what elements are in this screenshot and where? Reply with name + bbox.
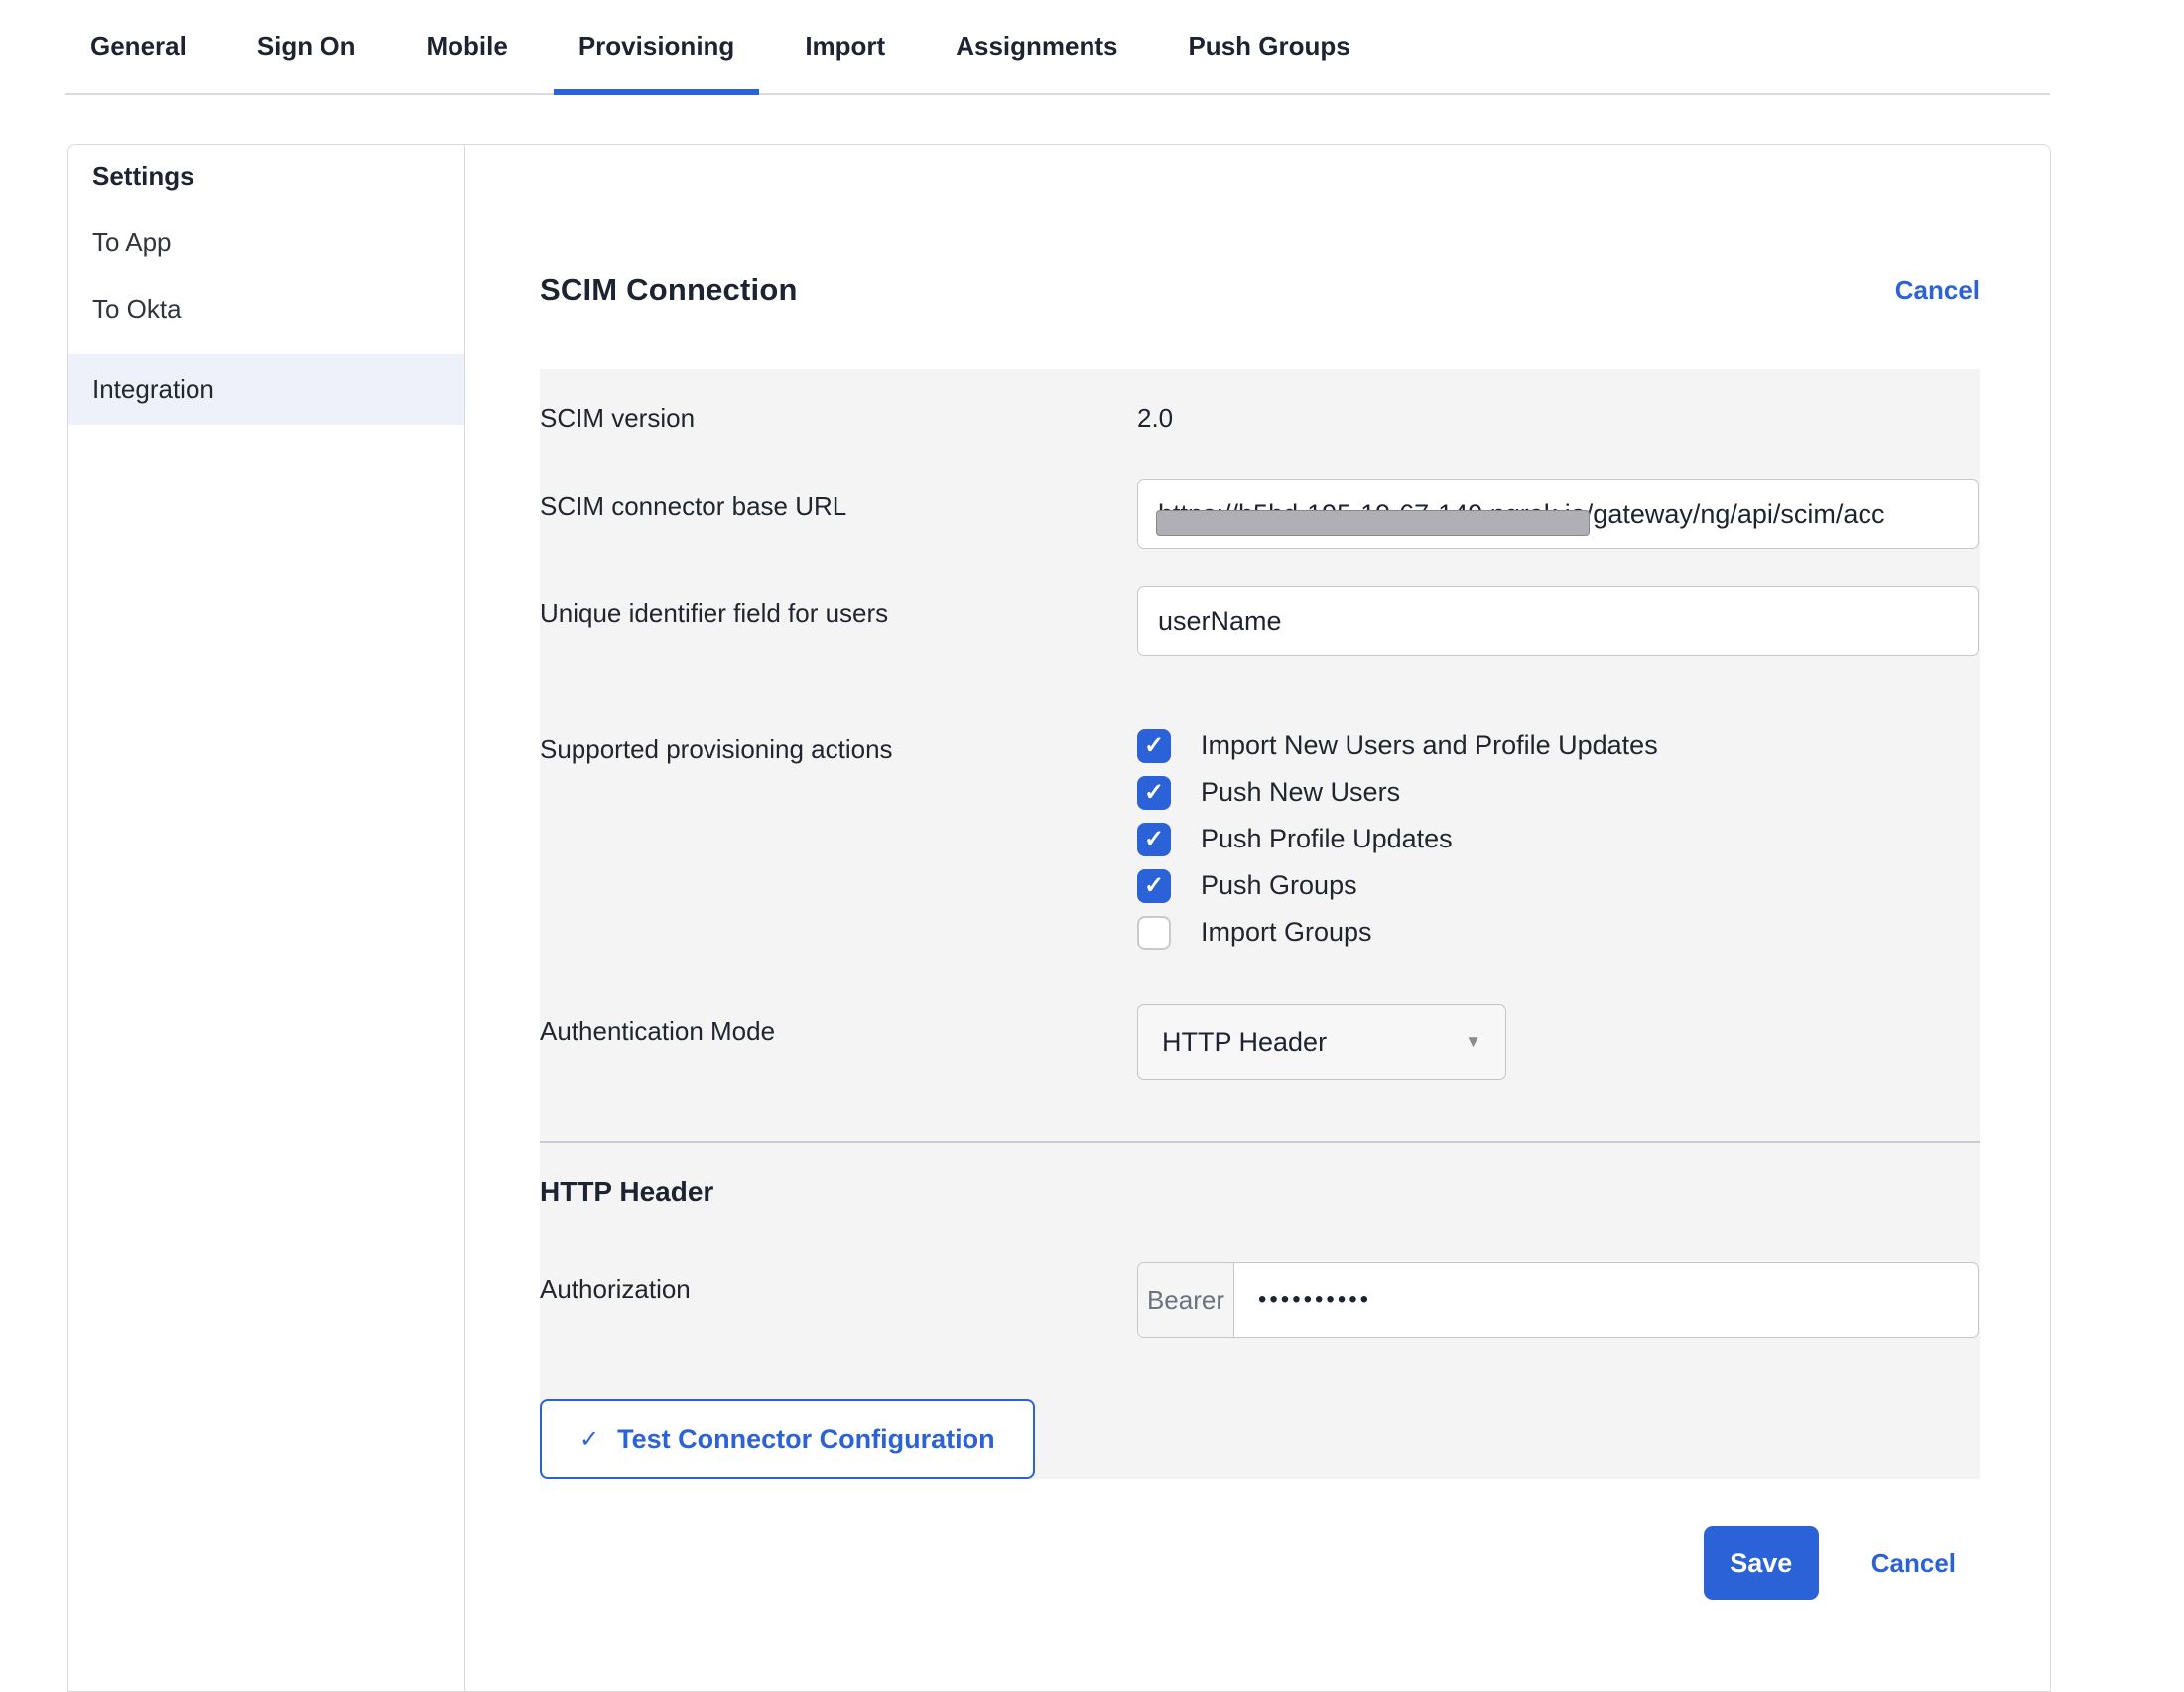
checkbox-checked-icon[interactable]: ✓: [1137, 823, 1171, 856]
sidebar-item-integration[interactable]: Integration: [68, 354, 464, 425]
checkbox-label: Push Profile Updates: [1201, 824, 1453, 854]
scim-version-label: SCIM version: [540, 391, 1137, 434]
scim-form-panel: SCIM version 2.0 SCIM connector base URL…: [540, 369, 1980, 1479]
auth-mode-selected-value: HTTP Header: [1162, 1027, 1327, 1058]
section-divider: [540, 1141, 1980, 1143]
tab-assignments[interactable]: Assignments: [931, 0, 1142, 93]
base-url-visible-suffix: /gateway/ng/api/scim/acc: [1586, 499, 1885, 530]
base-url-label: SCIM connector base URL: [540, 479, 1137, 549]
provisioning-actions-row: Supported provisioning actions ✓ Import …: [540, 722, 1980, 956]
scim-version-row: SCIM version 2.0: [540, 391, 1980, 434]
form-actions: Save Cancel: [540, 1526, 1980, 1600]
authorization-input-group: Bearer ••••••••••: [1137, 1262, 1979, 1338]
checkbox-label: Import Groups: [1201, 917, 1372, 948]
checkbox-import-groups[interactable]: Import Groups: [1137, 909, 1979, 956]
checkbox-checked-icon[interactable]: ✓: [1137, 729, 1171, 763]
checkbox-push-groups[interactable]: ✓ Push Groups: [1137, 862, 1979, 909]
checkbox-checked-icon[interactable]: ✓: [1137, 869, 1171, 903]
tab-mobile[interactable]: Mobile: [402, 0, 533, 93]
page-title: SCIM Connection: [540, 272, 798, 308]
checkbox-unchecked-icon[interactable]: [1137, 916, 1171, 950]
header-cancel-link[interactable]: Cancel: [1895, 275, 1980, 306]
scim-connection-section: SCIM Connection Cancel SCIM version 2.0 …: [465, 145, 2052, 1691]
checkbox-label: Push New Users: [1201, 777, 1400, 808]
test-connector-configuration-button[interactable]: ✓ Test Connector Configuration: [540, 1399, 1035, 1479]
provisioning-actions-label: Supported provisioning actions: [540, 722, 1137, 956]
provisioning-card: Settings To App To Okta Integration SCIM…: [67, 144, 2051, 1692]
checkbox-label: Import New Users and Profile Updates: [1201, 730, 1658, 761]
sidebar-title: Settings: [68, 159, 464, 193]
unique-id-row: Unique identifier field for users userNa…: [540, 586, 1980, 656]
http-header-section-title: HTTP Header: [540, 1176, 1980, 1208]
sidebar-item-to-app[interactable]: To App: [68, 225, 464, 259]
auth-mode-row: Authentication Mode HTTP Header ▼: [540, 1004, 1980, 1080]
unique-id-label: Unique identifier field for users: [540, 586, 1137, 656]
tab-push-groups[interactable]: Push Groups: [1163, 0, 1374, 93]
test-connector-configuration-label: Test Connector Configuration: [617, 1424, 994, 1455]
checkbox-push-profile-updates[interactable]: ✓ Push Profile Updates: [1137, 816, 1979, 862]
tab-provisioning[interactable]: Provisioning: [554, 0, 759, 93]
authorization-label: Authorization: [540, 1262, 1137, 1338]
save-button[interactable]: Save: [1704, 1526, 1819, 1600]
checkbox-push-new-users[interactable]: ✓ Push New Users: [1137, 769, 1979, 816]
authorization-row: Authorization Bearer ••••••••••: [540, 1262, 1980, 1338]
auth-mode-select[interactable]: HTTP Header ▼: [1137, 1004, 1506, 1080]
chevron-down-icon: ▼: [1465, 1032, 1481, 1052]
bearer-prefix: Bearer: [1138, 1263, 1234, 1337]
tab-sign-on[interactable]: Sign On: [232, 0, 381, 93]
base-url-row: SCIM connector base URL https://h5hd-195…: [540, 479, 1980, 549]
app-tab-bar: General Sign On Mobile Provisioning Impo…: [65, 0, 2050, 95]
sidebar-item-to-okta[interactable]: To Okta: [68, 292, 464, 325]
tab-import[interactable]: Import: [780, 0, 910, 93]
base-url-redaction-bar: https://h5hd-195-19-67-149.ngrok.io: [1158, 499, 1586, 530]
settings-sidebar: Settings To App To Okta Integration: [68, 145, 465, 1691]
scim-version-value: 2.0: [1137, 391, 1979, 434]
authorization-token-input[interactable]: ••••••••••: [1234, 1263, 1978, 1337]
checkbox-checked-icon[interactable]: ✓: [1137, 776, 1171, 810]
tab-general[interactable]: General: [65, 0, 211, 93]
checkbox-label: Push Groups: [1201, 870, 1357, 901]
check-icon: ✓: [579, 1425, 599, 1454]
auth-mode-label: Authentication Mode: [540, 1004, 1137, 1080]
cancel-button[interactable]: Cancel: [1871, 1548, 1956, 1579]
section-header: SCIM Connection Cancel: [540, 272, 1980, 308]
checkbox-import-new-users[interactable]: ✓ Import New Users and Profile Updates: [1137, 722, 1979, 769]
unique-id-input[interactable]: userName: [1137, 586, 1979, 656]
base-url-input[interactable]: https://h5hd-195-19-67-149.ngrok.io/gate…: [1137, 479, 1979, 549]
